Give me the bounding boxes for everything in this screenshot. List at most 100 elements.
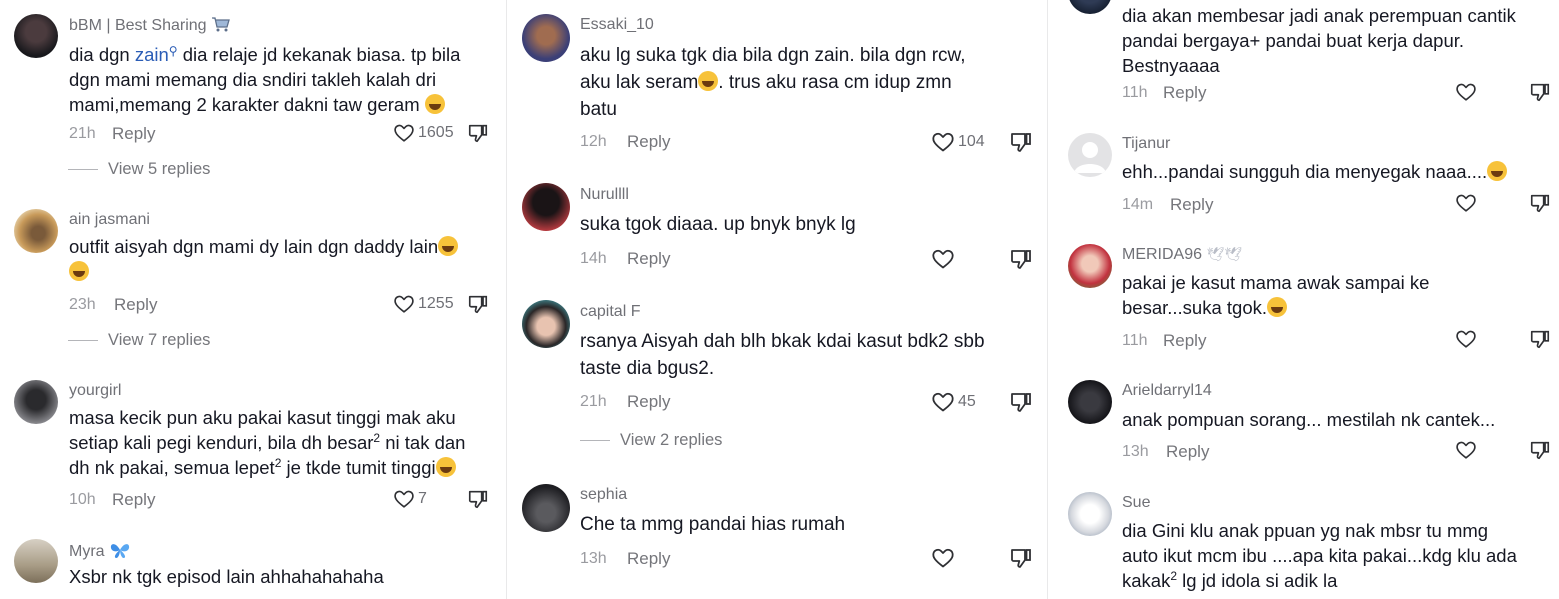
heart-icon: [393, 122, 415, 144]
avatar[interactable]: [1068, 492, 1112, 536]
username[interactable]: Tijanur: [1122, 135, 1170, 153]
dislike-icon[interactable]: [467, 293, 489, 315]
default-avatar-icon: [1074, 142, 1106, 173]
like-button[interactable]: [1455, 328, 1477, 350]
like-button[interactable]: 1255: [393, 293, 454, 315]
dove-icon: 🕊🕊: [1206, 246, 1243, 262]
username[interactable]: Arieldarryl14: [1122, 382, 1212, 400]
rofl-emoji-icon: [69, 261, 89, 281]
username[interactable]: Nurullll: [580, 186, 629, 204]
divider: [68, 340, 98, 341]
heart-icon: [931, 390, 955, 414]
reply-button[interactable]: Reply: [627, 392, 670, 412]
dislike-icon[interactable]: [1009, 546, 1033, 570]
like-count: 1255: [418, 295, 454, 312]
username[interactable]: Sue: [1122, 494, 1150, 512]
laughing-emoji-icon: [424, 94, 445, 114]
reply-button[interactable]: Reply: [1166, 442, 1209, 462]
timestamp: 21h: [580, 393, 607, 410]
comments-panel-middle: Essaki_10 aku lg suka tgk dia bila dgn z…: [507, 0, 1047, 599]
dislike-icon[interactable]: [467, 122, 489, 144]
like-button[interactable]: 45: [931, 390, 976, 414]
username[interactable]: sephia: [580, 486, 627, 504]
search-icon: ⚲: [168, 44, 178, 58]
timestamp: 14h: [580, 250, 607, 267]
username[interactable]: bBM | Best Sharing: [69, 16, 231, 35]
dislike-icon[interactable]: [1009, 130, 1033, 154]
divider: [580, 440, 610, 441]
avatar[interactable]: [1068, 133, 1112, 177]
view-replies-button[interactable]: View 5 replies: [68, 160, 210, 179]
username[interactable]: ain jasmani: [69, 211, 150, 229]
comment-text: masa kecik pun aku pakai kasut tinggi ma…: [69, 407, 466, 478]
butterfly-icon: [110, 544, 130, 559]
dislike-icon[interactable]: [467, 488, 489, 510]
avatar[interactable]: [1068, 0, 1112, 14]
like-button[interactable]: [1455, 439, 1477, 461]
heart-icon: [393, 488, 415, 510]
reply-button[interactable]: Reply: [1170, 195, 1213, 215]
avatar[interactable]: [14, 209, 58, 253]
username[interactable]: yourgirl: [69, 382, 121, 400]
avatar[interactable]: [522, 183, 570, 231]
timestamp: 11h: [1122, 332, 1148, 349]
laughing-emoji-icon: [438, 236, 459, 256]
like-button[interactable]: [1455, 81, 1477, 103]
username[interactable]: MERIDA96 🕊🕊: [1122, 246, 1242, 264]
timestamp: 13h: [580, 550, 607, 567]
reply-button[interactable]: Reply: [114, 295, 157, 315]
comment-text: pakai je kasut mama awak sampai ke besar…: [1122, 272, 1430, 318]
username[interactable]: Essaki_10: [580, 16, 654, 34]
smiling-hearts-emoji-icon: [1487, 161, 1508, 181]
reply-button[interactable]: Reply: [627, 549, 670, 569]
comment-text: outfit aisyah dgn mami dy lain dgn daddy…: [69, 234, 499, 284]
like-button[interactable]: 7: [393, 488, 427, 510]
dislike-icon[interactable]: [1529, 81, 1551, 103]
reply-button[interactable]: Reply: [1163, 331, 1206, 351]
reply-button[interactable]: Reply: [112, 490, 155, 510]
comment-text: rsanya Aisyah dah blh bkak kdai kasut bd…: [580, 331, 985, 379]
avatar[interactable]: [522, 14, 570, 62]
reply-button[interactable]: Reply: [627, 132, 670, 152]
like-button[interactable]: 104: [931, 130, 985, 154]
smiling-hearts-emoji-icon: [1267, 297, 1288, 317]
timestamp: 23h: [69, 296, 96, 313]
comment-text: Che ta mmg pandai hias rumah: [580, 514, 846, 535]
comment-text: Xsbr nk tgk episod lain ahhahahahaha: [69, 566, 384, 587]
dislike-icon[interactable]: [1529, 192, 1551, 214]
like-button[interactable]: [931, 546, 955, 570]
view-replies-button[interactable]: View 2 replies: [580, 431, 722, 450]
avatar[interactable]: [14, 539, 58, 583]
avatar[interactable]: [1068, 244, 1112, 288]
dislike-icon[interactable]: [1009, 390, 1033, 414]
reply-button[interactable]: Reply: [1163, 83, 1206, 103]
comment-text: dia Gini klu anak ppuan yg nak mbsr tu m…: [1122, 520, 1517, 591]
timestamp: 12h: [580, 133, 607, 150]
mention-link[interactable]: zain: [135, 44, 169, 65]
like-button[interactable]: [1455, 192, 1477, 214]
username[interactable]: capital F: [580, 303, 640, 321]
heart-icon: [393, 293, 415, 315]
comment-text: ehh...pandai sungguh dia menyegak naaa..…: [1122, 159, 1552, 184]
reply-button[interactable]: Reply: [627, 249, 670, 269]
timestamp: 14m: [1122, 196, 1154, 213]
comment-text: aku lg suka tgk dia bila dgn zain. bila …: [580, 45, 966, 120]
dislike-icon[interactable]: [1009, 247, 1033, 271]
avatar[interactable]: [522, 300, 570, 348]
like-count: 104: [958, 133, 985, 150]
avatar[interactable]: [1068, 380, 1112, 424]
dislike-icon[interactable]: [1529, 328, 1551, 350]
comments-panel-right: dia akan membesar jadi anak perempuan ca…: [1048, 0, 1559, 599]
username[interactable]: Myra: [69, 541, 131, 561]
avatar[interactable]: [14, 380, 58, 424]
shopping-cart-icon: [212, 17, 230, 32]
like-button[interactable]: [931, 247, 955, 271]
like-count: 7: [418, 490, 427, 507]
avatar[interactable]: [14, 14, 58, 58]
avatar[interactable]: [522, 484, 570, 532]
reply-button[interactable]: Reply: [112, 124, 155, 144]
comment-text: suka tgok diaaa. up bnyk bnyk lg: [580, 214, 856, 235]
like-button[interactable]: 1605: [393, 122, 454, 144]
dislike-icon[interactable]: [1529, 439, 1551, 461]
view-replies-button[interactable]: View 7 replies: [68, 331, 210, 350]
